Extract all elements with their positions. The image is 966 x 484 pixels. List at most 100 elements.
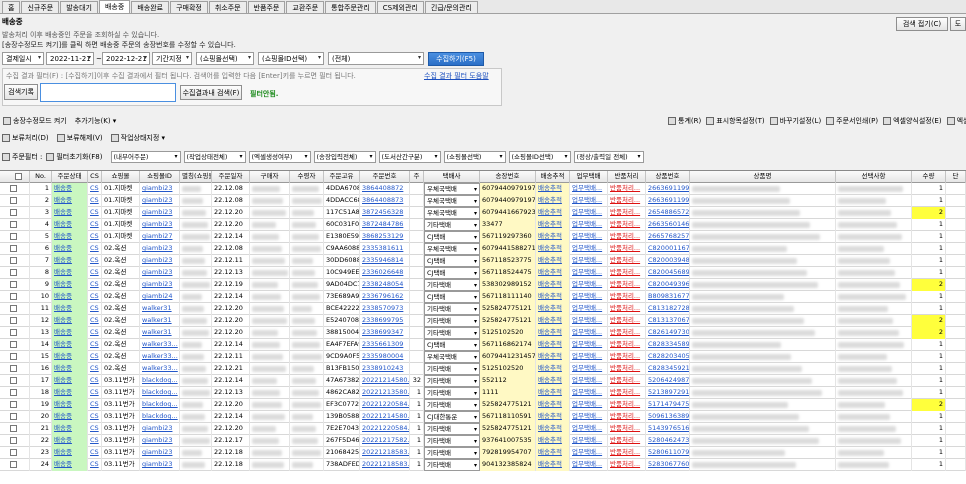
courier-select[interactable]: 우체국택배 ▾ (424, 351, 480, 363)
product-number-link[interactable]: 5213897291 (646, 387, 690, 399)
cs-link[interactable]: CS (88, 399, 102, 411)
return-process-link[interactable]: 반품처리... (608, 183, 646, 195)
order-number-link[interactable]: 2338699795 (360, 315, 410, 327)
shop-id-link[interactable]: giambi23 (140, 255, 180, 267)
order-number-link[interactable]: 3872484786 (360, 219, 410, 231)
table-row[interactable]: 11배송중CS02.옥션walker31 22.12.20 BCE422223233… (0, 303, 966, 315)
row-checkbox[interactable] (10, 281, 17, 288)
cs-link[interactable]: CS (88, 387, 102, 399)
return-process-link[interactable]: 반품처리... (608, 423, 646, 435)
column-header[interactable]: 단 (946, 171, 966, 183)
tracking-number-field[interactable]: 5125102520 (480, 327, 536, 339)
tab-0[interactable]: 홈 (2, 1, 21, 13)
cs-link[interactable]: CS (88, 207, 102, 219)
order-number-link[interactable]: 3864408872 (360, 183, 410, 195)
work-courier-link[interactable]: 업무택배... (570, 255, 608, 267)
row-checkbox[interactable] (10, 269, 17, 276)
order-number-link[interactable]: 3868253129 (360, 231, 410, 243)
tracking-number-field[interactable]: 6079441588271 (480, 243, 536, 255)
table-row[interactable]: 13 배송중 CS 02.옥션 walker31 22.12.20 388150047 233… (0, 327, 966, 339)
return-process-link[interactable]: 반품처리... (608, 291, 646, 303)
column-header[interactable]: 별칭(쇼핑몰) (180, 171, 212, 183)
return-process-link[interactable]: 반품처리... (608, 219, 646, 231)
status-link[interactable]: 배송중 (52, 291, 88, 303)
tab-2[interactable]: 발송대기 (60, 1, 98, 13)
tracking-link[interactable]: 배송추적 (536, 423, 570, 435)
shop-id-link[interactable]: walker33... (140, 363, 180, 375)
header-checkbox-cell[interactable] (0, 171, 30, 183)
table-row[interactable]: 2배송중CS01.지마켓giambi23 22.12.08 4DDACC683386… (0, 195, 966, 207)
order-number-link[interactable]: 20221217582... (360, 435, 410, 447)
tracking-number-field[interactable]: 567118523775 (480, 255, 536, 267)
cs-link[interactable]: CS (88, 459, 102, 471)
shop-id-link[interactable]: blackdog... (140, 375, 180, 387)
order-number-link[interactable]: 2338910243 (360, 363, 410, 375)
row-checkbox-cell[interactable] (0, 183, 30, 195)
return-process-link[interactable]: 반품처리... (608, 339, 646, 351)
table-row[interactable]: 23 배송중 CS 03.11번가 giambi23 22.12.18 210684254 2… (0, 447, 966, 459)
row-checkbox[interactable] (10, 365, 17, 372)
work-courier-link[interactable]: 업무택배... (570, 219, 608, 231)
row-checkbox[interactable] (10, 449, 17, 456)
toolbar-right-button-4[interactable]: 엑셀양식설정(E) (883, 116, 942, 126)
cs-link[interactable]: CS (88, 267, 102, 279)
table-row[interactable]: 12 배송중 CS 02.옥션 walker31 22.12.20 E52407085 233… (0, 315, 966, 327)
return-process-link[interactable]: 반품처리... (608, 459, 646, 471)
cs-link[interactable]: CS (88, 219, 102, 231)
cs-link[interactable]: CS (88, 363, 102, 375)
shop-id-link[interactable]: giambi23 (140, 435, 180, 447)
product-number-link[interactable]: C813137067 (646, 315, 690, 327)
tracking-number-field[interactable]: 567118110591 (480, 411, 536, 423)
return-process-link[interactable]: 반품처리... (608, 447, 646, 459)
tab-1[interactable]: 신규주문 (21, 1, 60, 13)
status-link[interactable]: 배송중 (52, 399, 88, 411)
row-checkbox-cell[interactable] (0, 375, 30, 387)
row-checkbox-cell[interactable] (0, 231, 30, 243)
tracking-number-field[interactable]: 567118111140 (480, 291, 536, 303)
product-number-link[interactable]: C813182728 (646, 303, 690, 315)
tracking-number-field[interactable]: 567119297360 (480, 231, 536, 243)
column-header[interactable]: No. (30, 171, 52, 183)
column-header[interactable]: 반품처리 (608, 171, 646, 183)
status-link[interactable]: 배송중 (52, 183, 88, 195)
row-checkbox[interactable] (10, 413, 17, 420)
shop-id-link[interactable]: giambi23 (140, 183, 180, 195)
table-row[interactable]: 20 배송중 CS 03.11번가 blackdog... 22.12.14 139B058… (0, 411, 966, 423)
tracking-number-field[interactable]: 33477 (480, 219, 536, 231)
tracking-number-field[interactable]: 525824775121 (480, 423, 536, 435)
return-process-link[interactable]: 반품처리... (608, 351, 646, 363)
product-number-link[interactable]: 2665768257 (646, 231, 690, 243)
column-header[interactable]: 쇼핑몰ID (140, 171, 180, 183)
table-row[interactable]: 18 배송중 CS 03.11번가 blackdog... 22.12.13 4862CA8… (0, 387, 966, 399)
tracking-link[interactable]: 배송추적 (536, 231, 570, 243)
return-process-link[interactable]: 반품처리... (608, 411, 646, 423)
product-number-link[interactable]: 5171479475 (646, 399, 690, 411)
product-number-link[interactable]: C828345921 (646, 363, 690, 375)
period-select[interactable]: 기간지정 ▾ (152, 52, 192, 65)
return-process-link[interactable]: 반품처리... (608, 315, 646, 327)
tab-3[interactable]: 배송중 (98, 0, 131, 13)
row-checkbox-cell[interactable] (0, 339, 30, 351)
row-checkbox-cell[interactable] (0, 291, 30, 303)
return-process-link[interactable]: 반품처리... (608, 279, 646, 291)
product-number-link[interactable]: B809831677 (646, 291, 690, 303)
shop-id-link[interactable]: giambi23 (140, 243, 180, 255)
date-from-field[interactable]: 2022-11-21 ▾ (46, 52, 94, 65)
search-record-button[interactable]: 검색기록 (4, 84, 38, 100)
status-link[interactable]: 배송중 (52, 435, 88, 447)
add-function-button[interactable]: 추가기능(K) ▾ (75, 116, 117, 126)
tab-9[interactable]: 통합주문관리 (325, 1, 376, 13)
shop-id-link[interactable]: giambi23 (140, 447, 180, 459)
toolbar-right-button-2[interactable]: 바꾸기설정(L) (769, 116, 821, 126)
tracking-link[interactable]: 배송추적 (536, 399, 570, 411)
product-number-link[interactable]: 5143976516 (646, 423, 690, 435)
row-checkbox-cell[interactable] (0, 399, 30, 411)
courier-select[interactable]: CJ택배 ▾ (424, 231, 480, 243)
order-number-link[interactable]: 2338699347 (360, 327, 410, 339)
select-all-checkbox[interactable] (15, 173, 22, 180)
cs-link[interactable]: CS (88, 435, 102, 447)
shop-id-link[interactable]: walker31 (140, 315, 180, 327)
product-number-link[interactable]: C820003948 (646, 255, 690, 267)
tracking-number-field[interactable]: 5125102520 (480, 363, 536, 375)
work-courier-link[interactable]: 업무택배... (570, 447, 608, 459)
